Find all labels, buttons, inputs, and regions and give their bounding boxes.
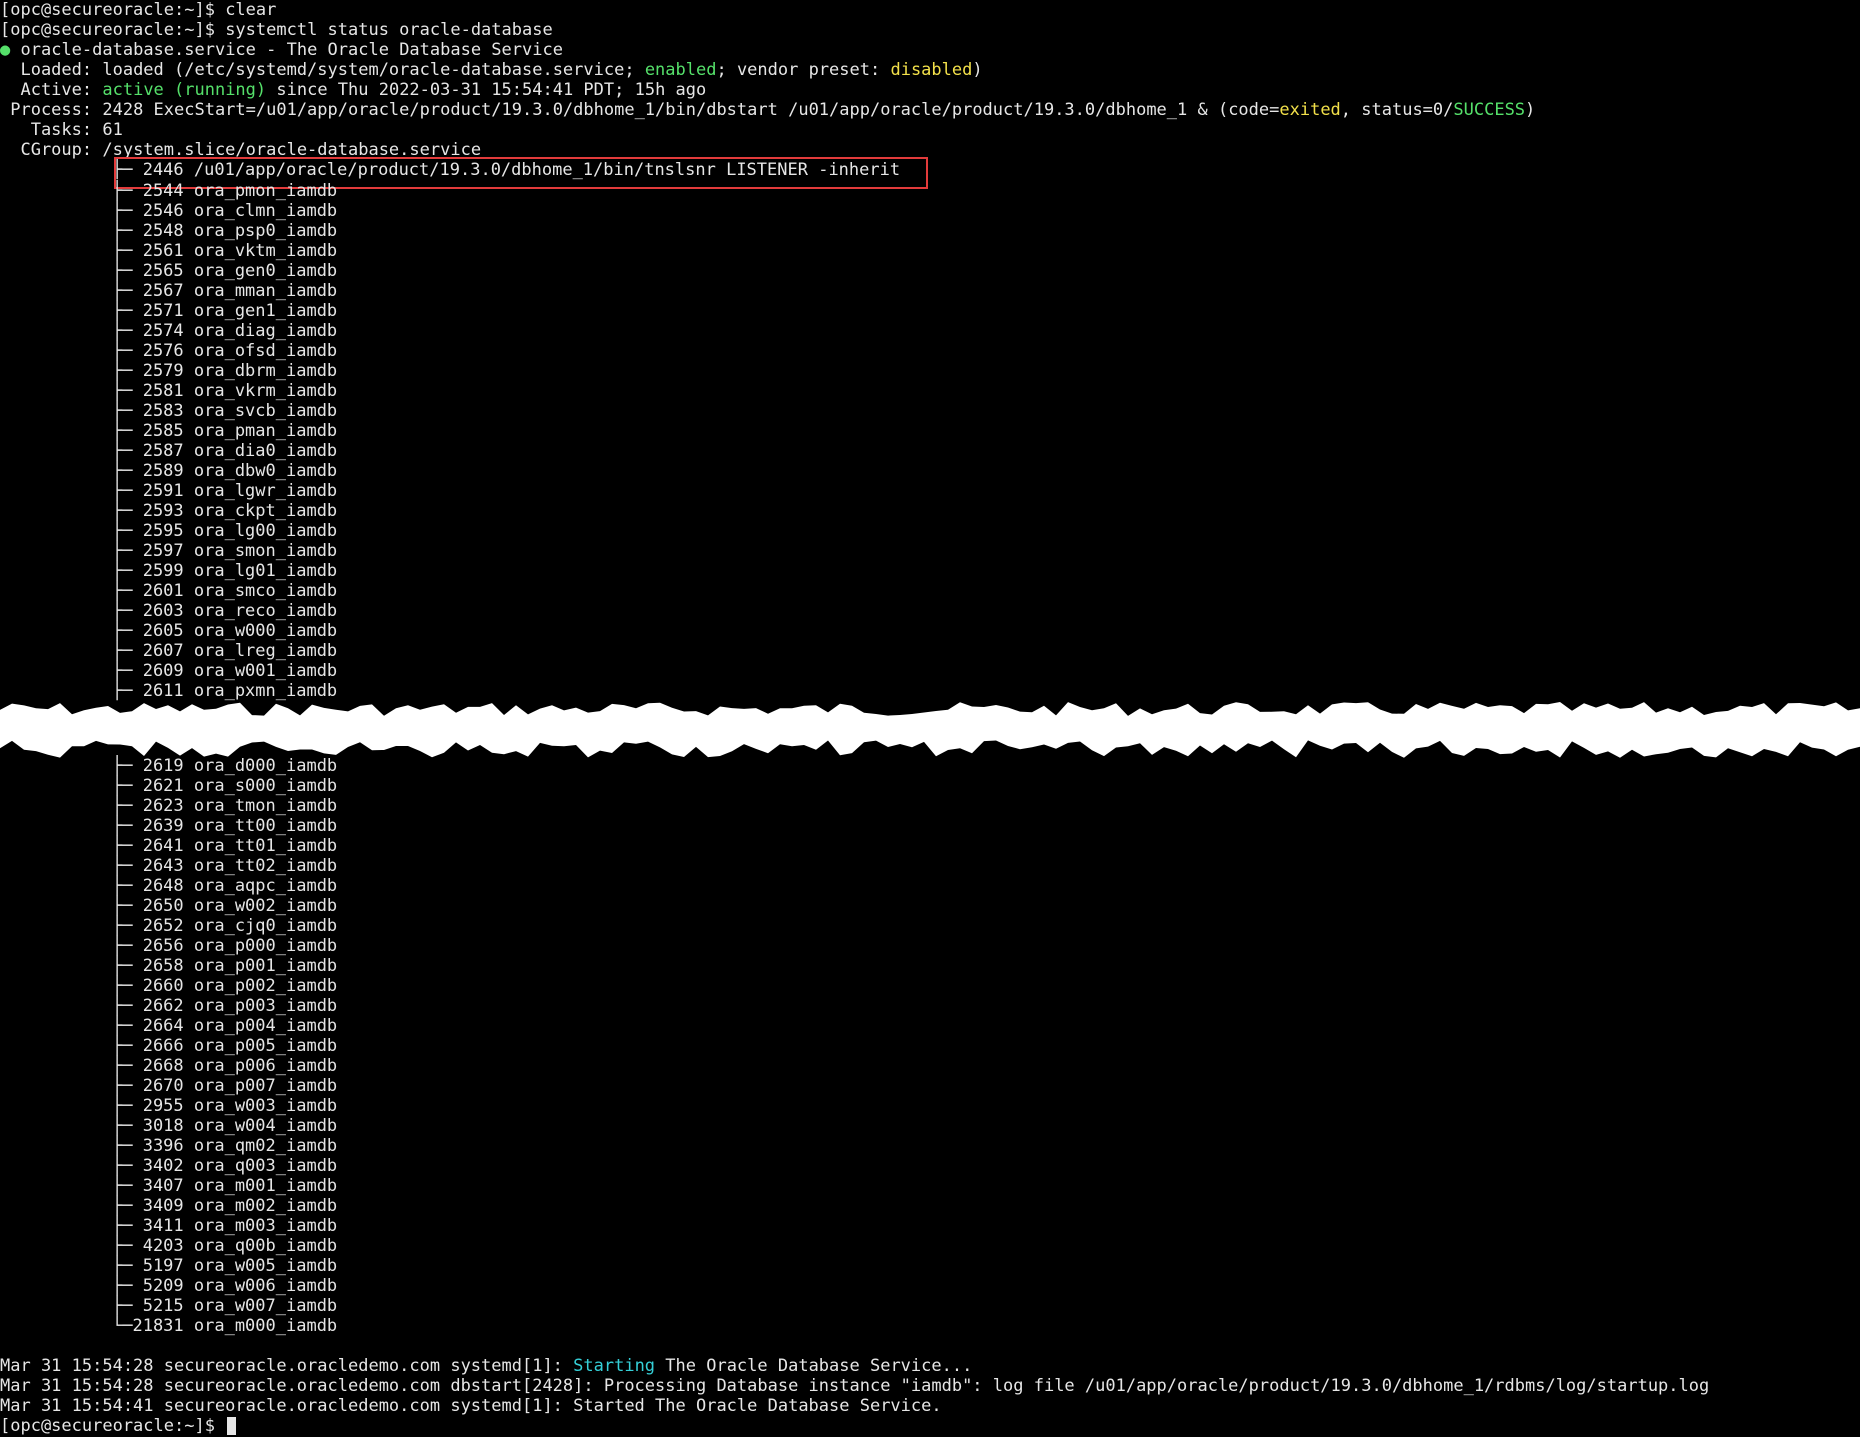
status-dot-icon: ● <box>0 40 11 60</box>
process-tree-item: ├─ 2670 ora_p007_iamdb <box>112 1076 338 1096</box>
process-tree-item: ├─ 2639 ora_tt00_iamdb <box>112 816 338 836</box>
process-tree-item: ├─ 5215 ora_w007_iamdb <box>112 1296 338 1316</box>
process-tree-item: ├─ 2579 ora_dbrm_iamdb <box>112 361 338 381</box>
command: systemctl status oracle-database <box>225 20 553 40</box>
prompt-line-clear: [opc@secureoracle:~]$ clear <box>0 0 276 20</box>
prompt: [opc@secureoracle:~]$ <box>0 20 215 40</box>
exit-status: SUCCESS <box>1453 100 1526 120</box>
process-tree-item: ├─ 2658 ora_p001_iamdb <box>112 956 338 976</box>
active-since: since Thu 2022-03-31 15:54:41 PDT; 15h a… <box>266 80 707 100</box>
process-tree-item: ├─ 2599 ora_lg01_iamdb <box>112 561 338 581</box>
process-tree-item: ├─ 3402 ora_q003_iamdb <box>112 1156 338 1176</box>
process-tree-item: ├─ 2593 ora_ckpt_iamdb <box>112 501 338 521</box>
process-tree-item: ├─ 2641 ora_tt01_iamdb <box>112 836 338 856</box>
loaded-label: Loaded: <box>0 60 93 80</box>
process-tree-item: ├─ 2546 ora_clmn_iamdb <box>112 201 338 221</box>
log-starting: Starting <box>573 1356 656 1376</box>
process-tree-item: ├─ 2589 ora_dbw0_iamdb <box>112 461 338 481</box>
process-tree-item: ├─ 2666 ora_p005_iamdb <box>112 1036 338 1056</box>
process-tree-item: ├─ 3411 ora_m003_iamdb <box>112 1216 338 1236</box>
process-tree-item: ├─ 2585 ora_pman_iamdb <box>112 421 338 441</box>
prompt-line-current[interactable]: [opc@secureoracle:~]$ <box>0 1416 237 1436</box>
vendor-preset-status: disabled <box>890 60 973 80</box>
process-tree-item: ├─ 2601 ora_smco_iamdb <box>112 581 338 601</box>
prompt-line-status: [opc@secureoracle:~]$ systemctl status o… <box>0 20 553 40</box>
enabled-status: enabled <box>644 60 717 80</box>
active-line: Active: active (running) since Thu 2022-… <box>0 80 706 100</box>
process-tree-item: ├─ 5209 ora_w006_iamdb <box>112 1276 338 1296</box>
prompt: [opc@secureoracle:~]$ <box>0 1416 215 1436</box>
process-tree-item: ├─ 2591 ora_lgwr_iamdb <box>112 481 338 501</box>
loaded-line: Loaded: loaded (/etc/systemd/system/orac… <box>0 60 983 80</box>
process-tree-item: ├─ 2603 ora_reco_iamdb <box>112 601 338 621</box>
text-cursor <box>227 1417 237 1435</box>
process-tree-item: ├─ 5197 ora_w005_iamdb <box>112 1256 338 1276</box>
loaded-text: ) <box>972 60 983 80</box>
log-line: Mar 31 15:54:41 secureoracle.oracledemo.… <box>0 1396 942 1416</box>
process-tree-item: └─21831 ora_m000_iamdb <box>112 1316 338 1336</box>
process-tree-item: ├─ 2567 ora_mman_iamdb <box>112 281 338 301</box>
process-tree-item: ├─ 2574 ora_diag_iamdb <box>112 321 338 341</box>
process-tree-item: ├─ 2607 ora_lreg_iamdb <box>112 641 338 661</box>
process-tree-item: ├─ 2643 ora_tt02_iamdb <box>112 856 338 876</box>
process-tree-item: ├─ 2571 ora_gen1_iamdb <box>112 301 338 321</box>
process-tree-item: ├─ 2664 ora_p004_iamdb <box>112 1016 338 1036</box>
tasks-count: 61 <box>92 120 123 140</box>
process-tree-item: ├─ 2648 ora_aqpc_iamdb <box>112 876 338 896</box>
process-tree-item: ├─ 2662 ora_p003_iamdb <box>112 996 338 1016</box>
process-text: ) <box>1525 100 1536 120</box>
process-tree-item: ├─ 2668 ora_p006_iamdb <box>112 1056 338 1076</box>
tasks-line: Tasks: 61 <box>0 120 123 140</box>
cgroup-label: CGroup: <box>0 140 93 160</box>
tasks-label: Tasks: <box>0 120 93 140</box>
process-tree-item: ├─ 2561 ora_vktm_iamdb <box>112 241 338 261</box>
process-tree-item: ├─ 2583 ora_svcb_iamdb <box>112 401 338 421</box>
process-tree-item: ├─ 2605 ora_w000_iamdb <box>112 621 338 641</box>
process-tree-item: ├─ 2623 ora_tmon_iamdb <box>112 796 338 816</box>
process-tree-item: ├─ 2548 ora_psp0_iamdb <box>112 221 338 241</box>
service-title: oracle-database.service - The Oracle Dat… <box>20 40 563 60</box>
command: clear <box>225 0 277 20</box>
process-tree-item: ├─ 3396 ora_qm02_iamdb <box>112 1136 338 1156</box>
process-tree-item: ├─ 2656 ora_p000_iamdb <box>112 936 338 956</box>
process-text: , status=0/ <box>1340 100 1454 120</box>
process-tree-item: ├─ 2955 ora_w003_iamdb <box>112 1096 338 1116</box>
log-text: Mar 31 15:54:28 secureoracle.oracledemo.… <box>0 1356 574 1376</box>
terminal-window[interactable]: [opc@secureoracle:~]$ clear [opc@secureo… <box>0 0 1860 1437</box>
process-tree-item: ├─ 2587 ora_dia0_iamdb <box>112 441 338 461</box>
process-tree-item: ├─ 3407 ora_m001_iamdb <box>112 1176 338 1196</box>
process-tree-item: ├─ 2576 ora_ofsd_iamdb <box>112 341 338 361</box>
process-tree-item: ├─ 4203 ora_q00b_iamdb <box>112 1236 338 1256</box>
service-header: ● oracle-database.service - The Oracle D… <box>0 40 563 60</box>
process-tree-item: ├─ 2565 ora_gen0_iamdb <box>112 261 338 281</box>
process-line: Process: 2428 ExecStart=/u01/app/oracle/… <box>0 100 1535 120</box>
process-tree-item: ├─ 3409 ora_m002_iamdb <box>112 1196 338 1216</box>
active-label: Active: <box>0 80 93 100</box>
process-tree-item: ├─ 2652 ora_cjq0_iamdb <box>112 916 338 936</box>
loaded-text: loaded (/etc/systemd/system/oracle-datab… <box>92 60 645 80</box>
process-tree-item: ├─ 2609 ora_w001_iamdb <box>112 661 338 681</box>
active-state: active (running) <box>102 80 267 100</box>
process-label: Process: <box>0 100 93 120</box>
log-text: The Oracle Database Service... <box>655 1356 973 1376</box>
process-tree-item: ├─ 2660 ora_p002_iamdb <box>112 976 338 996</box>
process-tree-item: ├─ 2621 ora_s000_iamdb <box>112 776 338 796</box>
process-tree-item: ├─ 3018 ora_w004_iamdb <box>112 1116 338 1136</box>
loaded-text: ; vendor preset: <box>716 60 891 80</box>
prompt: [opc@secureoracle:~]$ <box>0 0 215 20</box>
log-line: Mar 31 15:54:28 secureoracle.oracledemo.… <box>0 1376 1710 1396</box>
process-tree-item: ├─ 2595 ora_lg00_iamdb <box>112 521 338 541</box>
exit-code: exited <box>1279 100 1341 120</box>
process-tree-item: ├─ 2581 ora_vkrm_iamdb <box>112 381 338 401</box>
process-tree-item: ├─ 2544 ora_pmon_iamdb <box>112 181 338 201</box>
process-tree-item: ├─ 2597 ora_smon_iamdb <box>112 541 338 561</box>
process-tree-item: ├─ 2650 ora_w002_iamdb <box>112 896 338 916</box>
log-line: Mar 31 15:54:28 secureoracle.oracledemo.… <box>0 1356 972 1376</box>
process-tree-item: ├─ 2619 ora_d000_iamdb <box>112 756 338 776</box>
process-text: 2428 ExecStart=/u01/app/oracle/product/1… <box>92 100 1280 120</box>
